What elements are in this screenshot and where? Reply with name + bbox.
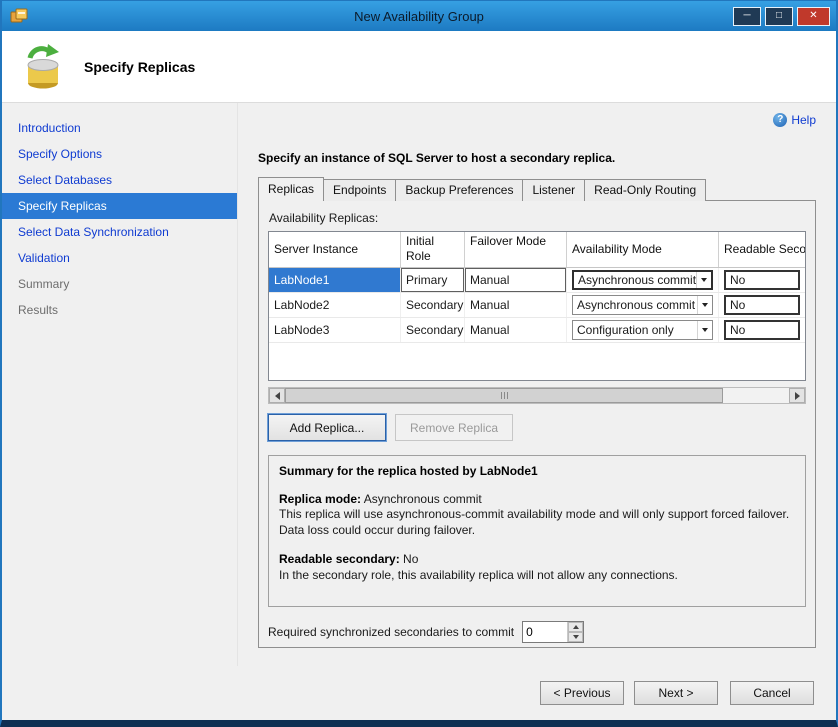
main-content: ? Help Specify an instance of SQL Server… <box>238 103 836 666</box>
replica-mode-line: Replica mode: Asynchronous commit <box>279 492 795 508</box>
wizard-footer: < Previous Next > Cancel <box>2 666 836 720</box>
table-row[interactable]: LabNode2 Secondary Manual Asynchronous c… <box>269 293 805 318</box>
tab-strip: Replicas Endpoints Backup Preferences Li… <box>258 179 816 201</box>
help-icon: ? <box>773 113 787 127</box>
replica-mode-value: Asynchronous commit <box>361 492 482 506</box>
step-select-databases[interactable]: Select Databases <box>2 167 237 193</box>
dropdown-value: No <box>730 273 745 287</box>
maximize-button[interactable]: □ <box>765 7 793 26</box>
next-button[interactable]: Next > <box>634 681 718 705</box>
availability-replicas-table: Server Instance Initial Role Failover Mo… <box>268 231 806 381</box>
horizontal-scrollbar[interactable] <box>268 387 806 404</box>
scroll-right-icon[interactable] <box>789 388 805 403</box>
required-secondaries-spinner <box>522 621 584 643</box>
title-bar[interactable]: New Availability Group ─ □ ✕ <box>2 1 836 31</box>
step-specify-replicas[interactable]: Specify Replicas <box>2 193 237 219</box>
availability-replicas-label: Availability Replicas: <box>269 211 806 225</box>
tab-backup-preferences[interactable]: Backup Preferences <box>395 179 523 201</box>
spinner-up-icon[interactable] <box>568 622 583 632</box>
availability-mode-dropdown[interactable]: Asynchronous commit <box>572 270 713 290</box>
cell-initial-role[interactable]: Primary <box>401 268 465 292</box>
page-title: Specify Replicas <box>84 59 195 75</box>
instruction-text: Specify an instance of SQL Server to hos… <box>258 151 816 165</box>
tab-listener[interactable]: Listener <box>522 179 585 201</box>
tab-replicas[interactable]: Replicas <box>258 177 324 201</box>
add-replica-button[interactable]: Add Replica... <box>268 414 386 441</box>
cell-readable-secondary: No <box>719 268 805 292</box>
column-header-failover-mode[interactable]: Failover Mode <box>465 232 567 267</box>
summary-title: Summary for the replica hosted by LabNod… <box>279 464 795 480</box>
column-header-availability-mode[interactable]: Availability Mode <box>567 232 719 267</box>
column-header-initial-role[interactable]: Initial Role <box>401 232 465 267</box>
help-link[interactable]: Help <box>791 113 816 127</box>
scroll-left-icon[interactable] <box>269 388 285 403</box>
dropdown-value: Configuration only <box>577 323 674 337</box>
wizard-steps-sidebar: Introduction Specify Options Select Data… <box>2 103 238 666</box>
step-results: Results <box>2 297 237 323</box>
wizard-body: Introduction Specify Options Select Data… <box>2 103 836 666</box>
dropdown-value: No <box>730 298 745 312</box>
step-introduction[interactable]: Introduction <box>2 115 237 141</box>
chevron-down-icon <box>696 272 711 288</box>
step-summary: Summary <box>2 271 237 297</box>
cell-failover-mode[interactable]: Manual <box>465 268 567 292</box>
previous-button[interactable]: < Previous <box>540 681 624 705</box>
required-secondaries-label: Required synchronized secondaries to com… <box>268 625 514 639</box>
availability-mode-dropdown[interactable]: Asynchronous commit <box>572 295 713 315</box>
readable-secondary-dropdown[interactable]: No <box>724 320 800 340</box>
dropdown-value: Asynchronous commit <box>578 273 696 287</box>
tab-endpoints[interactable]: Endpoints <box>323 179 396 201</box>
wizard-window: New Availability Group ─ □ ✕ Specify Rep… <box>0 0 838 727</box>
cell-initial-role[interactable]: Secondary <box>401 293 465 317</box>
column-header-server-instance[interactable]: Server Instance <box>269 232 401 267</box>
readable-secondary-dropdown[interactable]: No <box>724 270 800 290</box>
dropdown-value: No <box>730 323 745 337</box>
cell-initial-role[interactable]: Secondary <box>401 318 465 342</box>
table-header-row: Server Instance Initial Role Failover Mo… <box>269 232 805 268</box>
window-title: New Availability Group <box>2 9 836 24</box>
replica-mode-description: This replica will use asynchronous-commi… <box>279 507 795 538</box>
readable-secondary-dropdown[interactable]: No <box>724 295 800 315</box>
step-select-data-synchronization[interactable]: Select Data Synchronization <box>2 219 237 245</box>
readable-secondary-line: Readable secondary: No <box>279 552 795 568</box>
chevron-down-icon <box>697 296 712 314</box>
availability-group-icon <box>18 42 68 92</box>
scrollbar-track[interactable] <box>285 388 789 403</box>
wizard-header: Specify Replicas <box>2 31 836 103</box>
cell-failover-mode[interactable]: Manual <box>465 293 567 317</box>
readable-secondary-value: No <box>400 552 419 566</box>
cancel-button[interactable]: Cancel <box>730 681 814 705</box>
availability-mode-dropdown[interactable]: Configuration only <box>572 320 713 340</box>
window-icon <box>10 8 28 24</box>
readable-secondary-label: Readable secondary: <box>279 552 400 566</box>
scrollbar-thumb[interactable] <box>285 388 723 403</box>
step-specify-options[interactable]: Specify Options <box>2 141 237 167</box>
cell-server-instance[interactable]: LabNode3 <box>269 318 401 342</box>
cell-failover-mode[interactable]: Manual <box>465 318 567 342</box>
cell-availability-mode: Asynchronous commit <box>567 268 719 292</box>
cell-availability-mode: Asynchronous commit <box>567 293 719 317</box>
close-button[interactable]: ✕ <box>797 7 830 26</box>
step-validation[interactable]: Validation <box>2 245 237 271</box>
cell-readable-secondary: No <box>719 293 805 317</box>
dropdown-value: Asynchronous commit <box>577 298 695 312</box>
chevron-down-icon <box>697 321 712 339</box>
cell-availability-mode: Configuration only <box>567 318 719 342</box>
remove-replica-button: Remove Replica <box>395 414 513 441</box>
cell-readable-secondary: No <box>719 318 805 342</box>
cell-server-instance[interactable]: LabNode1 <box>269 268 401 292</box>
table-row[interactable]: LabNode1 Primary Manual Asynchronous com… <box>269 268 805 293</box>
replica-summary-box: Summary for the replica hosted by LabNod… <box>268 455 806 607</box>
replica-mode-label: Replica mode: <box>279 492 361 506</box>
required-secondaries-input[interactable] <box>523 622 567 642</box>
replicas-tab-panel: Availability Replicas: Server Instance I… <box>258 200 816 648</box>
cell-server-instance[interactable]: LabNode2 <box>269 293 401 317</box>
readable-secondary-description: In the secondary role, this availability… <box>279 568 795 584</box>
column-header-readable-secondary[interactable]: Readable Secondary <box>719 232 805 267</box>
spinner-down-icon[interactable] <box>568 632 583 642</box>
tab-read-only-routing[interactable]: Read-Only Routing <box>584 179 706 201</box>
table-row[interactable]: LabNode3 Secondary Manual Configuration … <box>269 318 805 343</box>
minimize-button[interactable]: ─ <box>733 7 761 26</box>
